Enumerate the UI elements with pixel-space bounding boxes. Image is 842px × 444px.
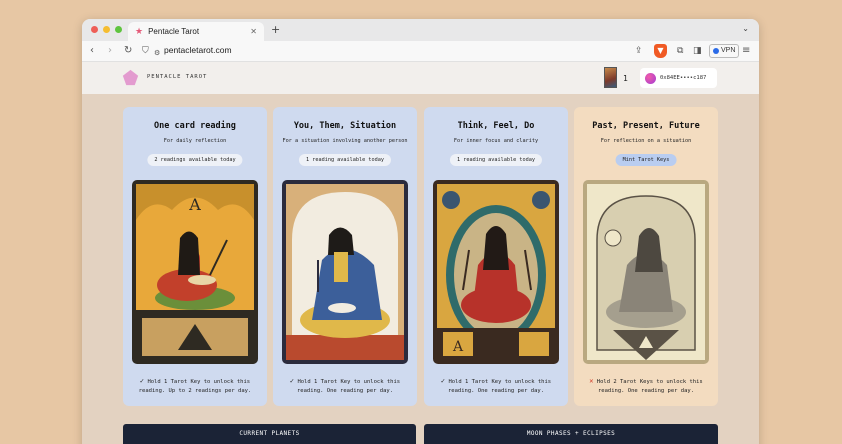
tab-list-chevron-icon[interactable]: ⌄ xyxy=(742,24,749,33)
seated-woman-tarot-image: A xyxy=(132,180,258,364)
browser-window: ★ Pentacle Tarot ✕ + ⌄ ‹ › ↻ ⛉ ⚙ pentacl… xyxy=(82,19,759,444)
reading-woman-tarot-image xyxy=(282,180,408,364)
tab-bar: ★ Pentacle Tarot ✕ + ⌄ xyxy=(82,19,759,41)
card-subtitle: For inner focus and clarity xyxy=(453,138,539,144)
mint-tarot-keys-button[interactable]: Mint Tarot Keys xyxy=(615,154,677,166)
checkmark-icon: ✓ xyxy=(289,377,295,385)
cross-icon: ✕ xyxy=(589,377,594,385)
card-title: One card reading xyxy=(154,121,236,131)
pentacle-logo-icon[interactable] xyxy=(122,69,139,86)
requirement-text: Hold 1 Tarot Key to unlock this reading.… xyxy=(296,379,401,394)
share-icon[interactable]: ⇪ xyxy=(635,45,643,57)
requirement-text: Hold 1 Tarot Key to unlock this reading.… xyxy=(447,379,552,394)
checkmark-icon: ✓ xyxy=(139,377,145,385)
menu-icon[interactable]: ≡ xyxy=(742,45,750,57)
wallet-avatar xyxy=(645,72,656,84)
card-subtitle: For daily reflection xyxy=(163,138,227,144)
card-subtitle: For a situation involving another person xyxy=(282,138,408,144)
minimize-window-button[interactable] xyxy=(103,26,110,33)
card-requirement-text: ✓ Hold 1 Tarot Key to unlock this readin… xyxy=(131,377,259,396)
address-bar[interactable]: pentacletarot.com xyxy=(164,45,232,55)
card-requirement-text: ✓ Hold 1 Tarot Key to unlock this readin… xyxy=(281,377,409,396)
reading-card-think-feel-do[interactable]: Think, Feel, Do For inner focus and clar… xyxy=(424,107,568,406)
extensions-icon[interactable]: ⧉ xyxy=(677,45,683,57)
bookmark-icon[interactable]: ⛉ xyxy=(142,45,149,57)
brave-shields-icon[interactable]: ▼ xyxy=(654,44,667,58)
vpn-icon xyxy=(713,48,719,54)
card-title: You, Them, Situation xyxy=(293,121,397,131)
current-planets-panel-header[interactable]: CURRENT PLANETS xyxy=(123,424,416,444)
close-tab-icon[interactable]: ✕ xyxy=(250,27,257,36)
back-icon[interactable]: ‹ xyxy=(90,45,94,57)
site-settings-icon[interactable]: ⚙ xyxy=(154,47,160,59)
card-requirement-text: ✓ Hold 1 Tarot Key to unlock this readin… xyxy=(432,377,560,396)
new-tab-button[interactable]: + xyxy=(271,23,280,36)
card-title: Think, Feel, Do xyxy=(457,121,535,131)
sketch-woman-tarot-image xyxy=(583,180,709,364)
reading-card-past-present-future[interactable]: Past, Present, Future For reflection on … xyxy=(574,107,718,406)
browser-toolbar: ‹ › ↻ ⛉ ⚙ pentacletarot.com ⇪ ▼ ⧉ ◨ VPN … xyxy=(82,41,759,62)
sidebar-icon[interactable]: ◨ xyxy=(693,45,702,57)
svg-text:A: A xyxy=(188,195,201,214)
availability-pill: 1 reading available today xyxy=(298,154,392,166)
tarot-card-illustration[interactable] xyxy=(583,180,709,364)
card-requirement-text: ✕ Hold 2 Tarot Keys to unlock this readi… xyxy=(582,377,710,396)
maximize-window-button[interactable] xyxy=(115,26,122,33)
reload-icon[interactable]: ↻ xyxy=(124,45,132,57)
requirement-text: Hold 1 Tarot Key to unlock this reading.… xyxy=(138,379,252,394)
availability-pill: 1 reading available today xyxy=(449,154,543,166)
wallet-button[interactable]: 0x84EE••••c187 xyxy=(640,68,717,88)
site-header: PENTACLE TAROT 1 0x84EE••••c187 xyxy=(82,62,759,94)
brand-name[interactable]: PENTACLE TAROT xyxy=(147,74,207,80)
reading-card-you-them-situation[interactable]: You, Them, Situation For a situation inv… xyxy=(273,107,417,406)
checkmark-icon: ✓ xyxy=(440,377,446,385)
vpn-button[interactable]: VPN xyxy=(709,44,740,58)
tarot-key-count: 1 xyxy=(623,74,628,83)
card-subtitle: For reflection on a situation xyxy=(600,138,692,144)
tarot-card-illustration[interactable] xyxy=(282,180,408,364)
forward-icon[interactable]: › xyxy=(108,45,112,57)
goddess-tarot-image: A xyxy=(433,180,559,364)
wallet-address: 0x84EE••••c187 xyxy=(660,75,707,81)
pentacle-favicon-icon: ★ xyxy=(135,26,144,36)
close-window-button[interactable] xyxy=(91,26,98,33)
window-controls xyxy=(91,26,122,33)
tarot-key-card-icon[interactable] xyxy=(604,67,617,88)
requirement-text: Hold 2 Tarot Keys to unlock this reading… xyxy=(596,379,703,394)
tab-title: Pentacle Tarot xyxy=(148,27,200,36)
browser-tab[interactable]: ★ Pentacle Tarot ✕ xyxy=(128,22,264,41)
tarot-card-illustration[interactable]: A xyxy=(433,180,559,364)
moon-phases-panel-header[interactable]: MOON PHASES + ECLIPSES xyxy=(424,424,718,444)
card-title: Past, Present, Future xyxy=(592,121,700,131)
svg-text:A: A xyxy=(452,339,464,355)
page-content: One card reading For daily reflection 2 … xyxy=(82,94,759,444)
vpn-label: VPN xyxy=(721,47,736,54)
reading-card-one-card[interactable]: One card reading For daily reflection 2 … xyxy=(123,107,267,406)
availability-pill: 2 readings available today xyxy=(147,154,243,166)
tarot-card-illustration[interactable]: A xyxy=(132,180,258,364)
